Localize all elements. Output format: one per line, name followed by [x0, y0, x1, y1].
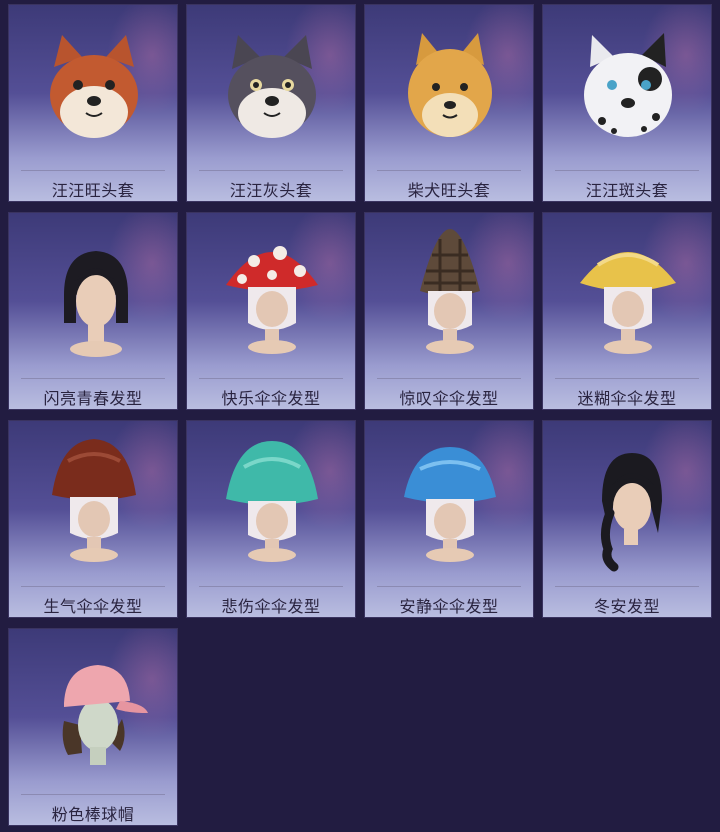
card-divider — [199, 378, 343, 379]
item-label: 安静伞伞发型 — [399, 597, 499, 616]
bob-hairstyle-icon — [64, 251, 128, 357]
pink-baseball-cap-icon — [62, 665, 148, 765]
item-label: 汪汪灰头套 — [229, 181, 313, 200]
shiba-red-dog-head-icon — [50, 35, 138, 138]
husky-gray-dog-head-icon — [228, 35, 316, 138]
teal-mushroom-hat-icon — [226, 441, 318, 562]
yellow-mushroom-hat-icon — [580, 252, 676, 354]
item-label: 冬安发型 — [593, 597, 660, 616]
card-divider — [21, 170, 165, 171]
item-label: 闪亮青春发型 — [43, 389, 143, 408]
long-braid-hairstyle-icon — [600, 453, 662, 572]
item-label: 柴犬旺头套 — [407, 181, 491, 200]
blue-mushroom-hat-icon — [404, 447, 496, 562]
item-card[interactable]: 悲伤伞伞发型 — [186, 420, 356, 618]
card-divider — [377, 378, 521, 379]
item-label: 汪汪斑头套 — [585, 181, 669, 200]
red-mushroom-hat-icon — [226, 246, 318, 354]
item-label: 生气伞伞发型 — [43, 597, 143, 616]
item-label: 快乐伞伞发型 — [221, 389, 321, 408]
item-label: 粉色棒球帽 — [51, 805, 135, 824]
item-card[interactable]: 惊叹伞伞发型 — [364, 212, 534, 410]
item-card[interactable]: 汪汪旺头套 — [8, 4, 178, 202]
card-divider — [21, 794, 165, 795]
item-card[interactable]: 生气伞伞发型 — [8, 420, 178, 618]
item-card[interactable]: 闪亮青春发型 — [8, 212, 178, 410]
morel-mushroom-hat-icon — [420, 229, 480, 354]
card-divider — [555, 170, 699, 171]
item-card[interactable]: 迷糊伞伞发型 — [542, 212, 712, 410]
item-label: 惊叹伞伞发型 — [399, 389, 499, 408]
item-card[interactable]: 快乐伞伞发型 — [186, 212, 356, 410]
item-card[interactable]: 柴犬旺头套 — [364, 4, 534, 202]
cosmetics-grid: 汪汪旺头套 汪汪灰头套 柴犬旺头套 汪汪斑头套 闪亮青春发型 快乐伞伞发型 惊叹… — [0, 0, 720, 832]
card-divider — [199, 170, 343, 171]
item-card[interactable]: 冬安发型 — [542, 420, 712, 618]
brown-mushroom-hat-icon — [52, 439, 136, 562]
card-divider — [21, 378, 165, 379]
card-divider — [21, 586, 165, 587]
card-divider — [377, 586, 521, 587]
item-label: 汪汪旺头套 — [51, 181, 135, 200]
dalmatian-dog-head-icon — [584, 33, 672, 137]
item-card[interactable]: 汪汪灰头套 — [186, 4, 356, 202]
item-card[interactable]: 安静伞伞发型 — [364, 420, 534, 618]
card-divider — [555, 378, 699, 379]
item-card[interactable]: 汪汪斑头套 — [542, 4, 712, 202]
item-card[interactable]: 粉色棒球帽 — [8, 628, 178, 826]
item-label: 悲伤伞伞发型 — [221, 597, 321, 616]
shiba-dog-head-icon — [408, 33, 492, 137]
card-divider — [377, 170, 521, 171]
card-divider — [555, 586, 699, 587]
card-divider — [199, 586, 343, 587]
item-label: 迷糊伞伞发型 — [577, 389, 677, 408]
